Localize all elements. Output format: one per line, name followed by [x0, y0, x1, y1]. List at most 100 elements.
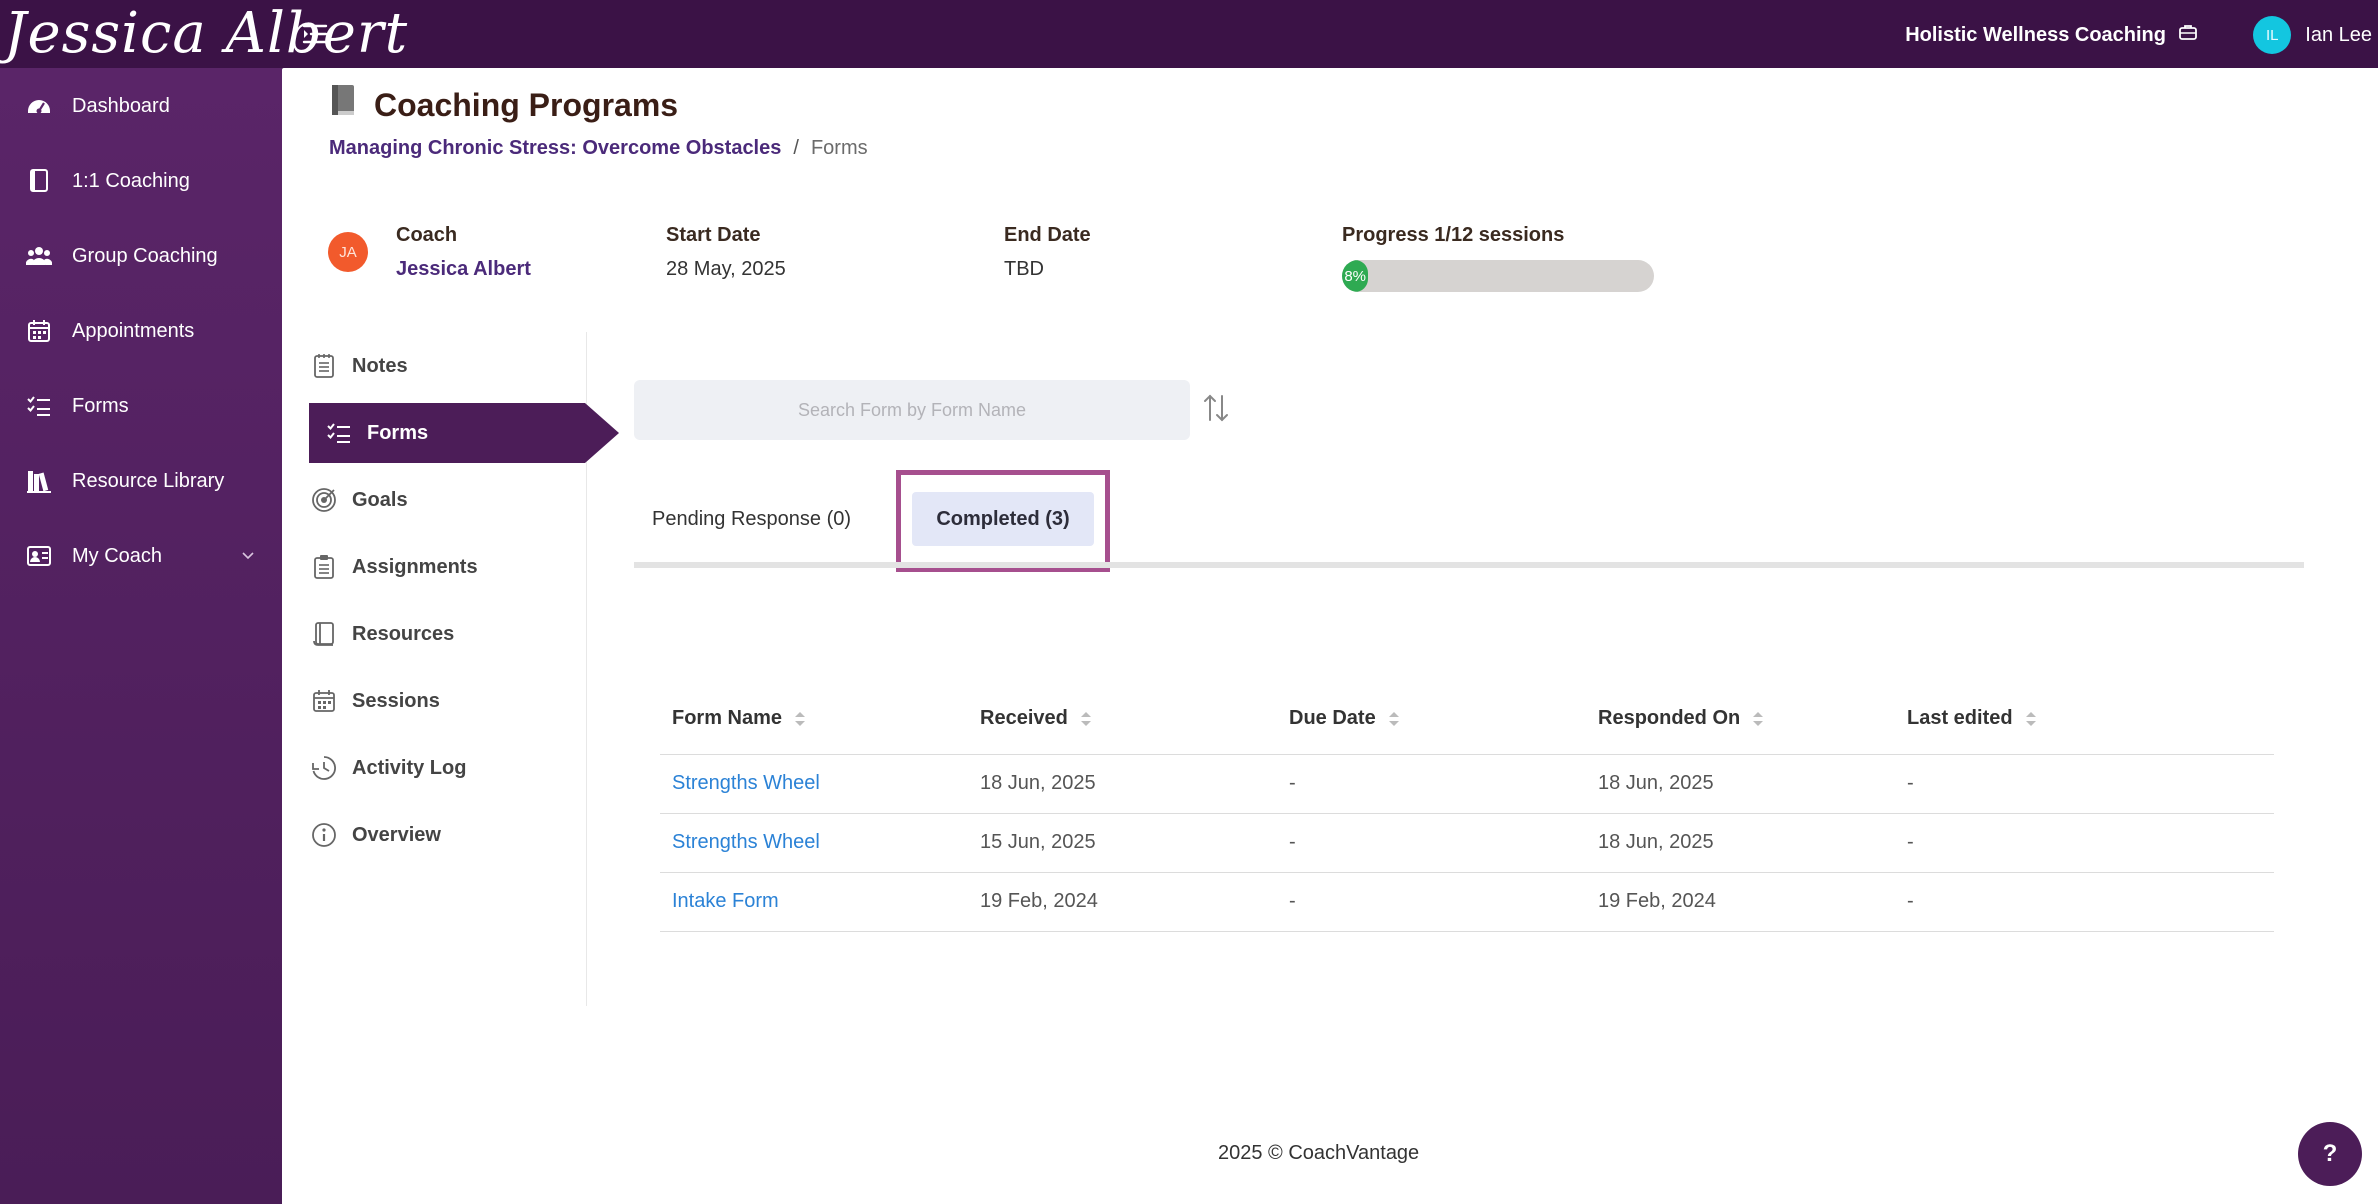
forms-table: Form Name Received Due Date Responded On… — [660, 684, 2274, 932]
received-cell: 18 Jun, 2025 — [968, 753, 1277, 813]
subnav-item-resources[interactable]: Resources — [310, 604, 570, 664]
sidebar-item-forms[interactable]: Forms — [0, 381, 282, 431]
progress-label: Progress 1/12 sessions — [1342, 224, 1565, 246]
subnav-item-label: Activity Log — [352, 756, 467, 779]
table-row: Intake Form 19 Feb, 2024 - 19 Feb, 2024 … — [660, 871, 2274, 932]
briefcase-icon — [2178, 22, 2198, 48]
start-date-label: Start Date — [666, 224, 761, 246]
user-avatar: IL — [2253, 16, 2292, 54]
end-date-value: TBD — [1004, 258, 1044, 280]
subnav-item-label: Forms — [367, 421, 429, 444]
subnav-item-assignments[interactable]: Assignments — [310, 537, 570, 597]
sidebar-item-label: 1:1 Coaching — [72, 169, 190, 192]
clipboard-icon — [310, 553, 338, 581]
sidebar-item-dashboard[interactable]: Dashboard — [0, 81, 282, 131]
chevron-down-icon — [242, 552, 254, 560]
subnav-item-goals[interactable]: Goals — [310, 470, 570, 530]
table-header-row: Form Name Received Due Date Responded On… — [660, 684, 2274, 754]
column-header-label: Due Date — [1289, 707, 1376, 730]
breadcrumb-separator: / — [793, 137, 799, 159]
sidebar-item-label: Resource Library — [72, 469, 225, 492]
menu-toggle-icon[interactable] — [302, 22, 328, 46]
brand-logo[interactable]: Jessica Albert — [4, 2, 408, 66]
subnav-item-label: Sessions — [352, 689, 440, 712]
last-edited-cell: - — [1895, 871, 2274, 932]
sidebar-item-appointments[interactable]: Appointments — [0, 306, 282, 356]
column-header-label: Form Name — [672, 707, 783, 730]
sidebar-item-1-1-coaching[interactable]: 1:1 Coaching — [0, 156, 282, 206]
column-header-last-edited[interactable]: Last edited — [1895, 684, 2274, 754]
subnav-item-notes[interactable]: Notes — [310, 336, 570, 396]
tab-highlight-box — [896, 470, 1110, 572]
organization-switcher[interactable]: Holistic Wellness Coaching — [1905, 22, 2198, 48]
table-row: Strengths Wheel 18 Jun, 2025 - 18 Jun, 2… — [660, 753, 2274, 813]
subnav-item-overview[interactable]: Overview — [310, 805, 570, 865]
column-header-received[interactable]: Received — [968, 684, 1277, 754]
form-name-link[interactable]: Strengths Wheel — [660, 753, 968, 813]
subnav-item-label: Goals — [352, 488, 408, 511]
subnav-item-forms[interactable]: Forms — [309, 403, 619, 463]
due-date-cell: - — [1277, 871, 1586, 932]
subnav-item-label: Resources — [352, 622, 455, 645]
sidebar-item-label: Group Coaching — [72, 244, 218, 267]
form-name-link[interactable]: Strengths Wheel — [660, 812, 968, 872]
received-cell: 19 Feb, 2024 — [968, 871, 1277, 932]
calendar-icon — [310, 687, 338, 715]
tab-pending-response[interactable]: Pending Response (0) — [652, 508, 851, 531]
user-menu[interactable]: IL Ian Lee — [2253, 16, 2372, 54]
sort-arrows-icon[interactable] — [1080, 710, 1092, 728]
form-name-link[interactable]: Intake Form — [660, 871, 968, 932]
column-header-label: Last edited — [1907, 707, 2013, 730]
page-title-text: Coaching Programs — [374, 86, 679, 123]
sidebar-item-my-coach[interactable]: My Coach — [0, 531, 282, 581]
end-date-label: End Date — [1004, 224, 1091, 246]
calendar-icon — [24, 316, 54, 346]
last-edited-cell: - — [1895, 812, 2274, 872]
sidebar-item-label: My Coach — [72, 544, 163, 567]
checklist-icon — [24, 391, 54, 421]
sidebar-item-resource-library[interactable]: Resource Library — [0, 456, 282, 506]
responded-on-cell: 19 Feb, 2024 — [1586, 871, 1895, 932]
column-header-responded-on[interactable]: Responded On — [1586, 684, 1895, 754]
main-content: Coaching Programs Managing Chronic Stres… — [282, 68, 2378, 1204]
column-header-label: Responded On — [1598, 707, 1741, 730]
sidebar-item-label: Dashboard — [72, 94, 170, 117]
progress-bar-fill: 8% — [1342, 260, 1368, 292]
page-title: Coaching Programs — [330, 84, 678, 126]
info-icon — [310, 821, 338, 849]
subnav-item-label: Overview — [352, 823, 441, 846]
sort-arrows-icon[interactable] — [2025, 710, 2037, 728]
sidebar-item-label: Forms — [72, 394, 129, 417]
sidebar-item-group-coaching[interactable]: Group Coaching — [0, 231, 282, 281]
checklist-icon — [325, 419, 353, 447]
due-date-cell: - — [1277, 812, 1586, 872]
start-date-value: 28 May, 2025 — [666, 258, 786, 280]
tab-divider — [634, 562, 2304, 568]
coach-name-link[interactable]: Jessica Albert — [396, 258, 531, 281]
due-date-cell: - — [1277, 753, 1586, 813]
sidebar-item-label: Appointments — [72, 319, 195, 342]
clock-icon — [310, 754, 338, 782]
sort-arrows-icon[interactable] — [794, 710, 806, 728]
contact-card-icon — [24, 541, 54, 571]
breadcrumb-current: Forms — [810, 137, 868, 159]
subnav-item-sessions[interactable]: Sessions — [310, 671, 570, 731]
sort-arrows-icon[interactable] — [1752, 710, 1764, 728]
breadcrumb: Managing Chronic Stress: Overcome Obstac… — [329, 137, 868, 160]
user-name: Ian Lee — [2305, 23, 2372, 46]
breadcrumb-program-link[interactable]: Managing Chronic Stress: Overcome Obstac… — [329, 137, 781, 160]
book-icon — [330, 84, 356, 126]
received-cell: 15 Jun, 2025 — [968, 812, 1277, 872]
subnav-item-activity-log[interactable]: Activity Log — [310, 738, 570, 798]
help-button[interactable]: ? — [2298, 1122, 2362, 1186]
notepad-icon — [310, 352, 338, 380]
column-header-due-date[interactable]: Due Date — [1277, 684, 1586, 754]
responded-on-cell: 18 Jun, 2025 — [1586, 753, 1895, 813]
sort-icon[interactable] — [1202, 392, 1232, 426]
coach-label: Coach — [396, 224, 458, 246]
library-icon — [24, 466, 54, 496]
sort-arrows-icon[interactable] — [1388, 710, 1400, 728]
search-form-input[interactable] — [634, 380, 1190, 440]
subnav-item-label: Notes — [352, 354, 408, 377]
column-header-form-name[interactable]: Form Name — [660, 684, 968, 754]
